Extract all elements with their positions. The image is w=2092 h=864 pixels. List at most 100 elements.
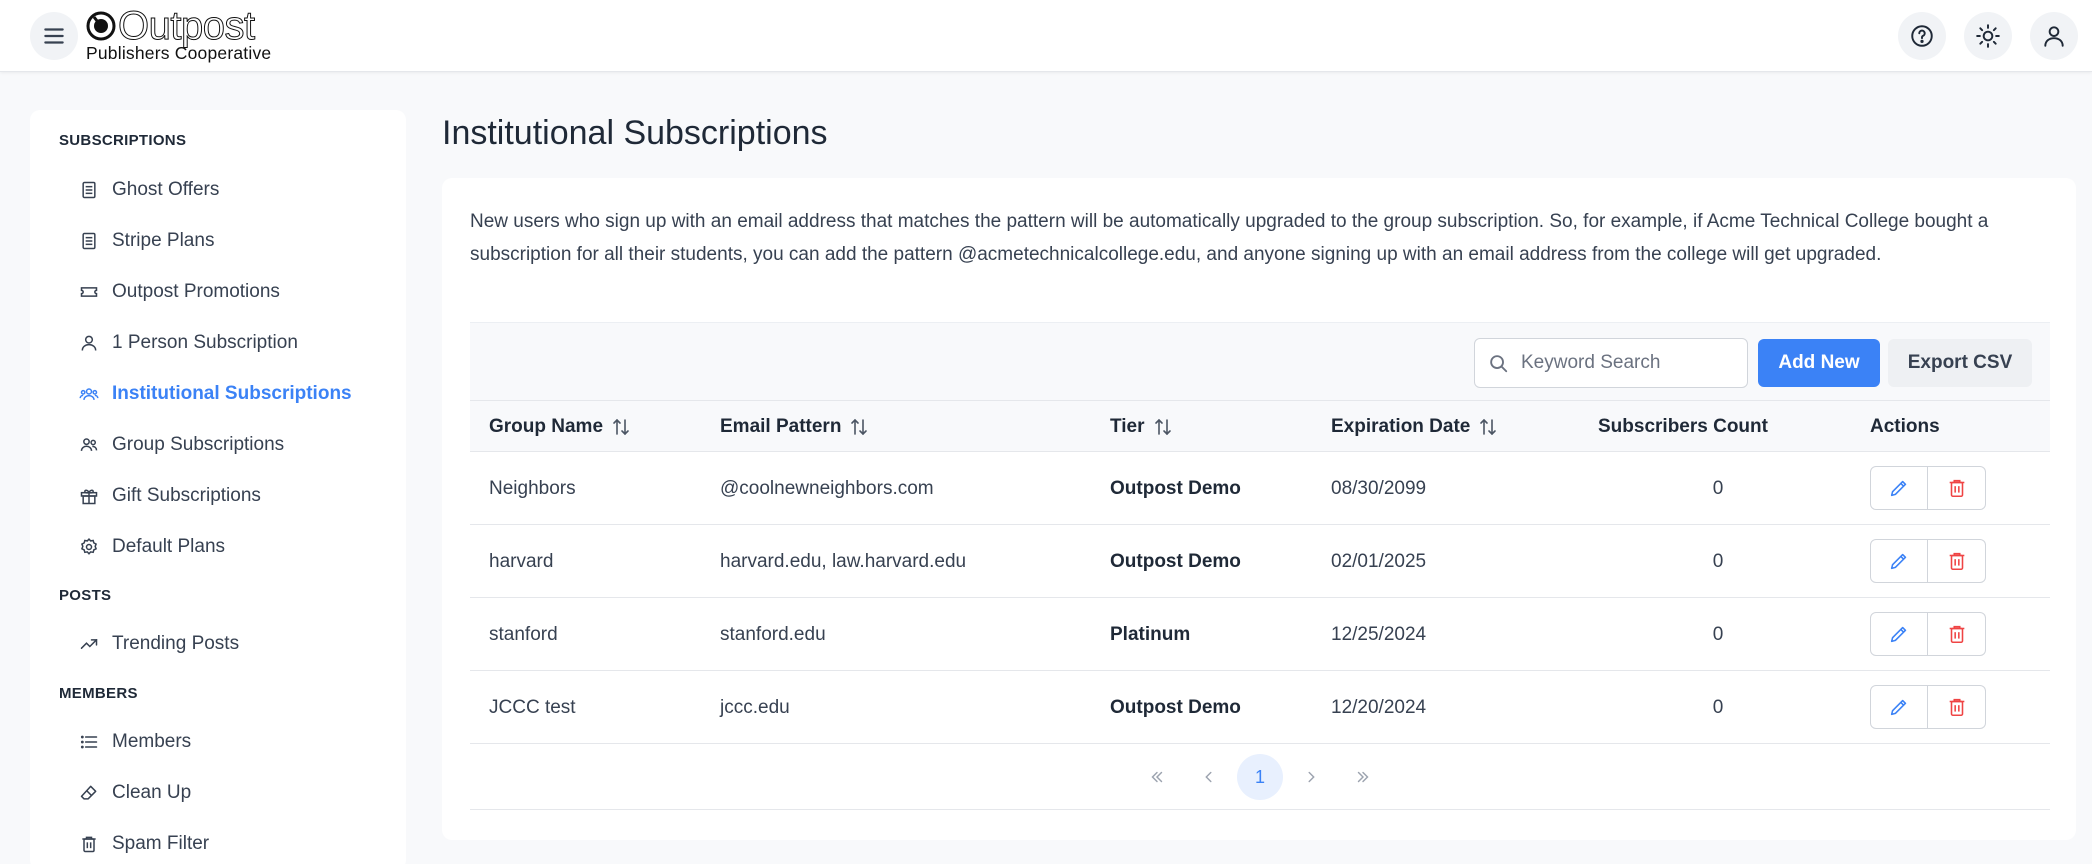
export-csv-button[interactable]: Export CSV (1888, 339, 2032, 387)
double-chevron-left-icon (1151, 771, 1163, 783)
hamburger-icon (44, 28, 64, 44)
subscriptions-table: Add New Export CSV Group Name Email Patt… (470, 322, 2050, 812)
logo-wordmark: Outpost (118, 4, 256, 48)
cell-expiration-date: 08/30/2099 (1331, 477, 1427, 499)
sidebar-item-label: Ghost Offers (112, 179, 220, 200)
sidebar-item-default-plans[interactable]: Default Plans (78, 529, 225, 565)
cell-email-pattern: @coolnewneighbors.com (720, 477, 934, 499)
cell-email-pattern: jccc.edu (720, 696, 790, 718)
cell-tier: Platinum (1110, 623, 1191, 645)
table-header: Group Name Email Pattern Tier Expiration… (470, 400, 2050, 452)
section-title-posts: POSTS (59, 587, 112, 604)
sidebar-item-stripe-plans[interactable]: Stripe Plans (78, 223, 214, 259)
cell-group-name: JCCC test (489, 696, 576, 718)
section-title-subscriptions: SUBSCRIPTIONS (59, 132, 187, 149)
previous-page-button[interactable] (1186, 754, 1232, 800)
page-button-current[interactable]: 1 (1237, 754, 1283, 800)
cell-group-name: stanford (489, 623, 558, 645)
table-row: harvard harvard.edu, law.harvard.edu Out… (470, 525, 2050, 598)
sidebar-item-clean-up[interactable]: Clean Up (78, 775, 191, 811)
pencil-icon (1890, 626, 1907, 643)
row-actions (1870, 685, 1986, 729)
cell-email-pattern: stanford.edu (720, 623, 826, 645)
edit-button[interactable] (1870, 612, 1928, 656)
next-page-button[interactable] (1288, 754, 1334, 800)
add-new-button[interactable]: Add New (1758, 339, 1880, 387)
account-button[interactable] (2030, 12, 2078, 60)
user-icon (78, 332, 100, 354)
trash-icon (1949, 552, 1964, 571)
cell-expiration-date: 12/25/2024 (1331, 623, 1427, 645)
logo-mark-icon (86, 11, 116, 41)
sidebar-item-ghost-offers[interactable]: Ghost Offers (78, 172, 219, 208)
row-actions (1870, 466, 1986, 510)
edit-button[interactable] (1870, 539, 1928, 583)
cell-group-name: harvard (489, 550, 554, 572)
column-header-group-name[interactable]: Group Name (489, 401, 631, 453)
sort-icon (1154, 418, 1171, 436)
edit-button[interactable] (1870, 685, 1928, 729)
sidebar-item-group-subscriptions[interactable]: Group Subscriptions (78, 427, 284, 463)
delete-button[interactable] (1928, 685, 1986, 729)
sidebar-item-label: Trending Posts (112, 633, 240, 654)
search-box[interactable] (1474, 338, 1748, 388)
delete-button[interactable] (1928, 466, 1986, 510)
users-icon (78, 383, 100, 405)
app-logo[interactable]: Outpost Publishers Cooperative (86, 4, 272, 63)
column-header-email-pattern[interactable]: Email Pattern (720, 401, 869, 453)
ticket-icon (78, 281, 100, 303)
last-page-button[interactable] (1340, 754, 1386, 800)
sidebar-item-institutional-subscriptions[interactable]: Institutional Subscriptions (78, 376, 352, 412)
sidebar-item-label: Group Subscriptions (112, 434, 285, 455)
page-title: Institutional Subscriptions (442, 114, 828, 152)
document-icon (78, 179, 100, 201)
sidebar-item-spam-filter[interactable]: Spam Filter (78, 826, 209, 862)
subscriptions-card: New users who sign up with an email addr… (442, 178, 2076, 840)
first-page-button[interactable] (1134, 754, 1180, 800)
cell-tier: Outpost Demo (1110, 550, 1241, 572)
sort-icon (613, 418, 629, 436)
menu-button[interactable] (30, 12, 78, 60)
cell-group-name: Neighbors (489, 477, 576, 499)
chevron-left-icon (1205, 771, 1212, 783)
sidebar-item-label: Outpost Promotions (112, 281, 280, 302)
cell-subscribers-count: 0 (1712, 623, 1724, 645)
pencil-icon (1890, 699, 1907, 716)
sidebar-item-gift-subscriptions[interactable]: Gift Subscriptions (78, 478, 261, 514)
edit-button[interactable] (1870, 466, 1928, 510)
sidebar-item-outpost-promotions[interactable]: Outpost Promotions (78, 274, 280, 310)
cell-email-pattern: harvard.edu, law.harvard.edu (720, 550, 967, 572)
cell-subscribers-count: 0 (1712, 696, 1724, 718)
pagination: 1 (470, 744, 2050, 810)
user-icon (2044, 26, 2064, 47)
column-header-subscribers-count: Subscribers Count (1598, 416, 1768, 437)
sidebar-item-label: Members (112, 731, 192, 752)
row-actions (1870, 612, 1986, 656)
sidebar-item-trending-posts[interactable]: Trending Posts (78, 626, 239, 662)
sidebar: SUBSCRIPTIONS Ghost Offers Stripe Plans … (30, 110, 406, 864)
trash-icon (1949, 698, 1964, 717)
sidebar-item-label: Clean Up (112, 782, 192, 803)
delete-button[interactable] (1928, 612, 1986, 656)
users-icon (78, 434, 100, 456)
table-row: JCCC test jccc.edu Outpost Demo 12/20/20… (470, 671, 2050, 744)
logo-subtitle: Publishers Cooperative (86, 43, 272, 63)
sidebar-item-members[interactable]: Members (78, 724, 191, 760)
search-icon (1490, 355, 1508, 373)
gift-icon (78, 485, 100, 507)
column-header-tier[interactable]: Tier (1110, 401, 1173, 453)
column-header-expiration-date[interactable]: Expiration Date (1331, 401, 1498, 453)
delete-button[interactable] (1928, 539, 1986, 583)
cell-tier: Outpost Demo (1110, 477, 1241, 499)
double-chevron-right-icon (1357, 771, 1369, 783)
theme-toggle-button[interactable] (1964, 12, 2012, 60)
section-title-members: MEMBERS (59, 685, 138, 702)
help-button[interactable] (1898, 12, 1946, 60)
sort-icon (851, 418, 868, 436)
search-input[interactable] (1521, 352, 1721, 374)
cell-expiration-date: 12/20/2024 (1331, 696, 1427, 718)
cell-subscribers-count: 0 (1712, 550, 1724, 572)
sidebar-item-label: 1 Person Subscription (112, 332, 298, 353)
sidebar-item-1-person-subscription[interactable]: 1 Person Subscription (78, 325, 298, 361)
pencil-icon (1890, 480, 1907, 497)
